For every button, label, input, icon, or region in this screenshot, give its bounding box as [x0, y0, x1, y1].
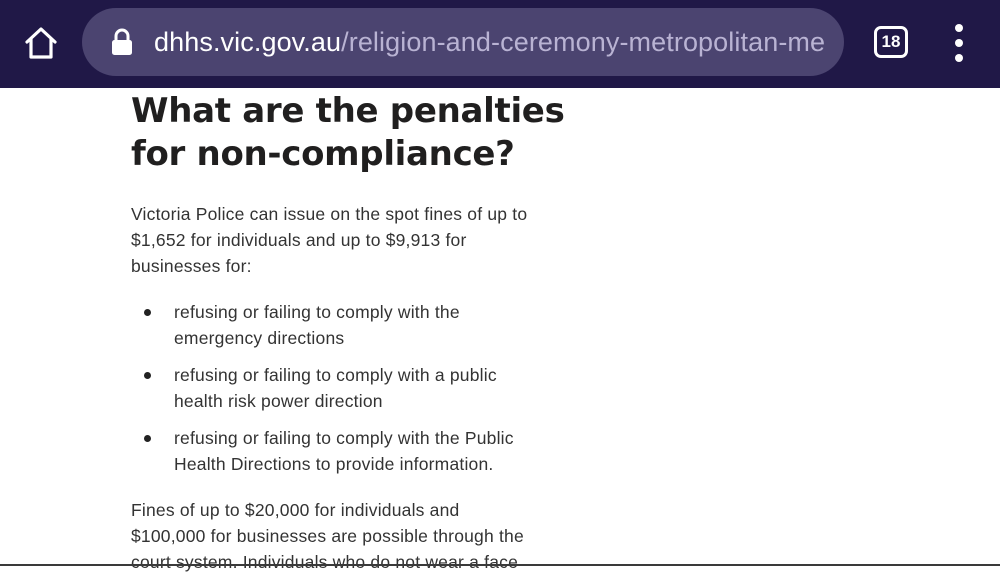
- heading-line: What are the penalties: [131, 91, 565, 131]
- text-line: emergency directions: [174, 328, 345, 348]
- more-vert-icon[interactable]: [946, 24, 972, 62]
- text-line: Health Directions to provide information…: [174, 454, 494, 474]
- url-path: /religion-and-ceremony-metropolitan-me: [341, 26, 826, 57]
- menu-dot: [955, 24, 963, 32]
- bullet-point: [144, 309, 151, 316]
- article-content: What are the penalties for non-complianc…: [131, 88, 611, 575]
- text-line: refusing or failing to comply with the: [174, 302, 460, 322]
- menu-dot: [955, 39, 963, 47]
- url-text[interactable]: dhhs.vic.gov.au/religion-and-ceremony-me…: [154, 26, 826, 57]
- tab-count: 18: [881, 32, 901, 51]
- text-line: businesses for:: [131, 256, 252, 276]
- home-icon: [25, 27, 57, 59]
- text-line: health risk power direction: [174, 391, 383, 411]
- list-item: refusing or failing to comply with the P…: [131, 425, 611, 477]
- home-button[interactable]: [22, 24, 60, 62]
- browser-toolbar: dhhs.vic.gov.au/religion-and-ceremony-me…: [0, 0, 1000, 88]
- text-line: $100,000 for businesses are possible thr…: [131, 526, 524, 546]
- heading-line: for non-compliance?: [131, 134, 515, 174]
- list-item: refusing or failing to comply with a pub…: [131, 362, 611, 414]
- bullet-point: [144, 372, 151, 379]
- lock-icon: [110, 27, 134, 57]
- url-domain: dhhs.vic.gov.au: [154, 26, 342, 57]
- section-heading: What are the penalties for non-complianc…: [131, 88, 611, 176]
- text-line: refusing or failing to comply with a pub…: [174, 365, 497, 385]
- text-line: Fines of up to $20,000 for individuals a…: [131, 500, 460, 520]
- menu-dot: [955, 54, 963, 62]
- list-item: refusing or failing to comply with the e…: [131, 299, 611, 351]
- tab-switcher-button[interactable]: 18: [874, 26, 908, 58]
- bullet-point: [144, 435, 151, 442]
- penalty-list: refusing or failing to comply with the e…: [131, 299, 611, 477]
- text-line: refusing or failing to comply with the P…: [174, 428, 514, 448]
- intro-paragraph: Victoria Police can issue on the spot fi…: [131, 201, 611, 279]
- text-line: Victoria Police can issue on the spot fi…: [131, 204, 528, 224]
- address-bar[interactable]: dhhs.vic.gov.au/religion-and-ceremony-me…: [82, 8, 844, 76]
- text-line: $1,652 for individuals and up to $9,913 …: [131, 230, 467, 250]
- text-line: court system. Individuals who do not wea…: [131, 552, 519, 572]
